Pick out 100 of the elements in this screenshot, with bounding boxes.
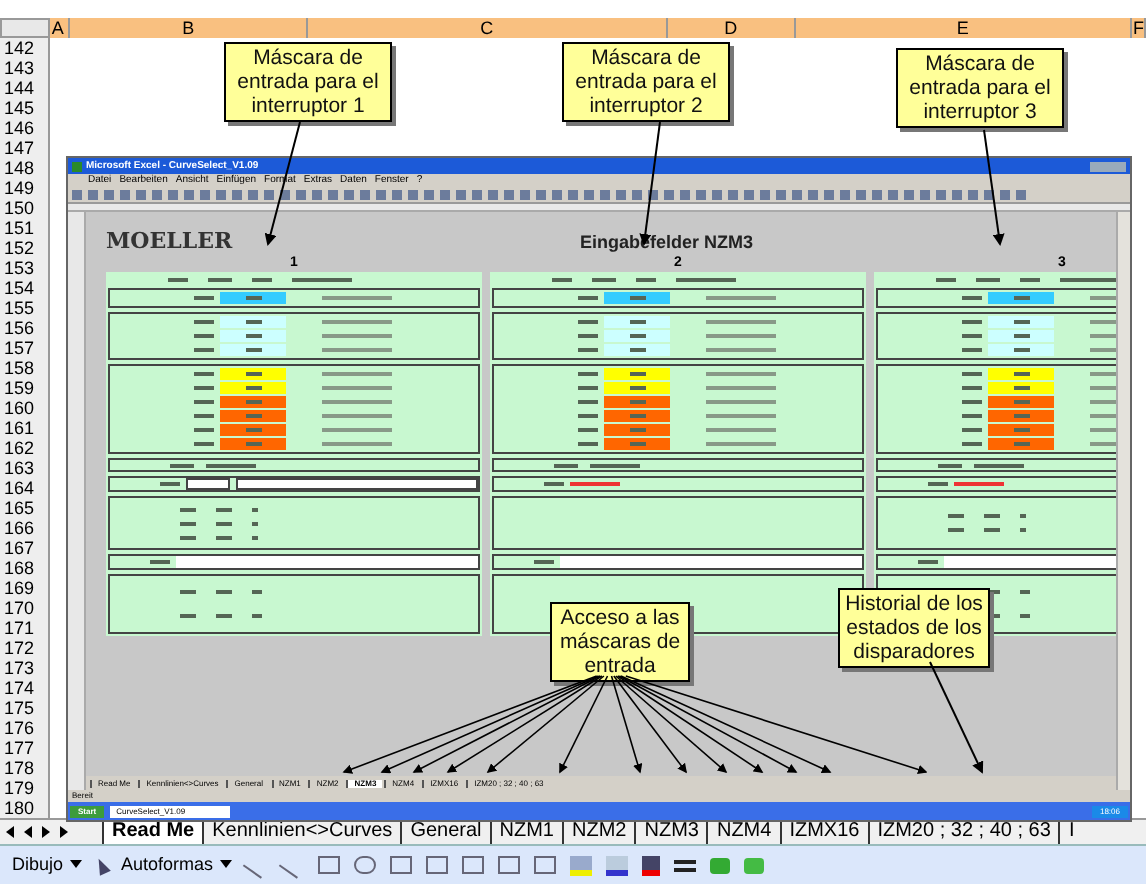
row-header[interactable]: 150 xyxy=(0,198,48,218)
row-header[interactable]: 164 xyxy=(0,478,48,498)
input-cell[interactable] xyxy=(988,344,1055,356)
input-cell[interactable] xyxy=(988,368,1055,380)
input-cell[interactable] xyxy=(604,382,671,394)
sheet-tab[interactable]: Read Me xyxy=(102,820,203,844)
row-header[interactable]: 168 xyxy=(0,558,48,578)
draw-menu[interactable]: Dibujo xyxy=(12,851,82,879)
input-cell[interactable] xyxy=(604,438,671,450)
row-header[interactable]: 146 xyxy=(0,118,48,138)
input-cell[interactable] xyxy=(604,396,671,408)
row-header[interactable]: 166 xyxy=(0,518,48,538)
leader-arrow xyxy=(983,129,1005,246)
rectangle-icon[interactable] xyxy=(317,856,340,874)
row-header[interactable]: 161 xyxy=(0,418,48,438)
input-cell[interactable] xyxy=(604,330,671,342)
row-header[interactable]: 180 xyxy=(0,798,48,818)
input-cell[interactable] xyxy=(988,410,1055,422)
column-header[interactable]: A xyxy=(49,18,70,38)
row-header[interactable]: 155 xyxy=(0,298,48,318)
column-header[interactable]: C xyxy=(308,18,668,38)
error-field[interactable] xyxy=(186,478,230,490)
line-style-icon[interactable] xyxy=(673,859,696,871)
input-cell[interactable] xyxy=(604,424,671,436)
row-header[interactable]: 156 xyxy=(0,318,48,338)
input-cell[interactable] xyxy=(604,410,671,422)
row-header[interactable]: 154 xyxy=(0,278,48,298)
row-header[interactable]: 153 xyxy=(0,258,48,278)
row-header[interactable]: 147 xyxy=(0,138,48,158)
leader-arrow xyxy=(929,661,984,774)
caret-icon xyxy=(69,860,82,869)
input-cell[interactable] xyxy=(988,396,1055,408)
row-header[interactable]: 158 xyxy=(0,358,48,378)
callout: Historial de los estados de los disparadores xyxy=(838,588,990,668)
row-header[interactable]: 152 xyxy=(0,238,48,258)
row-header[interactable]: 179 xyxy=(0,778,48,798)
input-cell[interactable] xyxy=(220,410,287,422)
row-header[interactable]: 151 xyxy=(0,218,48,238)
input-cell[interactable] xyxy=(988,424,1055,436)
input-cell[interactable] xyxy=(988,292,1055,304)
input-cell[interactable] xyxy=(220,438,287,450)
input-cell[interactable] xyxy=(220,344,287,356)
caret-icon xyxy=(219,860,232,869)
row-header[interactable]: 170 xyxy=(0,598,48,618)
scrollbar[interactable] xyxy=(1116,212,1130,790)
input-cell[interactable] xyxy=(220,292,287,304)
row-header[interactable]: 163 xyxy=(0,458,48,478)
row-header[interactable]: 160 xyxy=(0,398,48,418)
leader-arrow xyxy=(264,121,301,246)
row-header[interactable]: 165 xyxy=(0,498,48,518)
callout: Máscara de entrada para el interruptor 3 xyxy=(896,48,1064,128)
font-color-icon[interactable] xyxy=(641,855,660,875)
warning-field[interactable] xyxy=(176,556,478,568)
line-color-icon[interactable] xyxy=(605,855,628,875)
row-header[interactable]: 169 xyxy=(0,578,48,598)
input-cell[interactable] xyxy=(220,424,287,436)
row-header[interactable]: 145 xyxy=(0,98,48,118)
input-cell[interactable] xyxy=(220,382,287,394)
select-all-corner[interactable] xyxy=(0,18,50,38)
row-header[interactable]: 149 xyxy=(0,178,48,198)
callout: Máscara de entrada para el interruptor 2 xyxy=(562,42,730,122)
row-header[interactable]: 148 xyxy=(0,158,48,178)
input-cell[interactable] xyxy=(988,316,1055,328)
row-header[interactable]: 174 xyxy=(0,678,48,698)
row-header[interactable]: 143 xyxy=(0,58,48,78)
input-cell[interactable] xyxy=(220,330,287,342)
sheet-heading: Eingabefelder NZM3 xyxy=(580,234,754,252)
warning-field[interactable] xyxy=(560,556,862,568)
row-header[interactable]: 176 xyxy=(0,718,48,738)
column-header[interactable]: E xyxy=(796,18,1131,38)
input-cell[interactable] xyxy=(604,292,671,304)
logo: MOELLER xyxy=(106,230,235,252)
autoshapes-menu[interactable]: Autoformas xyxy=(121,851,232,879)
row-header[interactable]: 142 xyxy=(0,38,48,58)
row-header[interactable]: 171 xyxy=(0,618,48,638)
row-header[interactable]: 172 xyxy=(0,638,48,658)
input-cell[interactable] xyxy=(604,344,671,356)
fill-color-icon[interactable] xyxy=(569,855,592,875)
window-controls-icon[interactable] xyxy=(1090,161,1126,171)
row-header[interactable]: 173 xyxy=(0,658,48,678)
row-header[interactable]: 157 xyxy=(0,338,48,358)
column-header[interactable]: B xyxy=(69,18,309,38)
row-header[interactable]: 144 xyxy=(0,78,48,98)
row-header[interactable]: 162 xyxy=(0,438,48,458)
row-header[interactable]: 159 xyxy=(0,378,48,398)
input-cell[interactable] xyxy=(988,330,1055,342)
error-field[interactable] xyxy=(236,478,478,490)
callout: Acceso a las máscaras de entrada xyxy=(550,602,690,682)
row-header[interactable]: 167 xyxy=(0,538,48,558)
row-header[interactable]: 177 xyxy=(0,738,48,758)
input-cell[interactable] xyxy=(988,382,1055,394)
input-cell[interactable] xyxy=(604,316,671,328)
row-header[interactable]: 178 xyxy=(0,758,48,778)
input-cell[interactable] xyxy=(988,438,1055,450)
input-cell[interactable] xyxy=(220,368,287,380)
input-cell[interactable] xyxy=(604,368,671,380)
column-header[interactable]: D xyxy=(667,18,797,38)
input-cell[interactable] xyxy=(220,316,287,328)
row-header[interactable]: 175 xyxy=(0,698,48,718)
input-cell[interactable] xyxy=(220,396,287,408)
